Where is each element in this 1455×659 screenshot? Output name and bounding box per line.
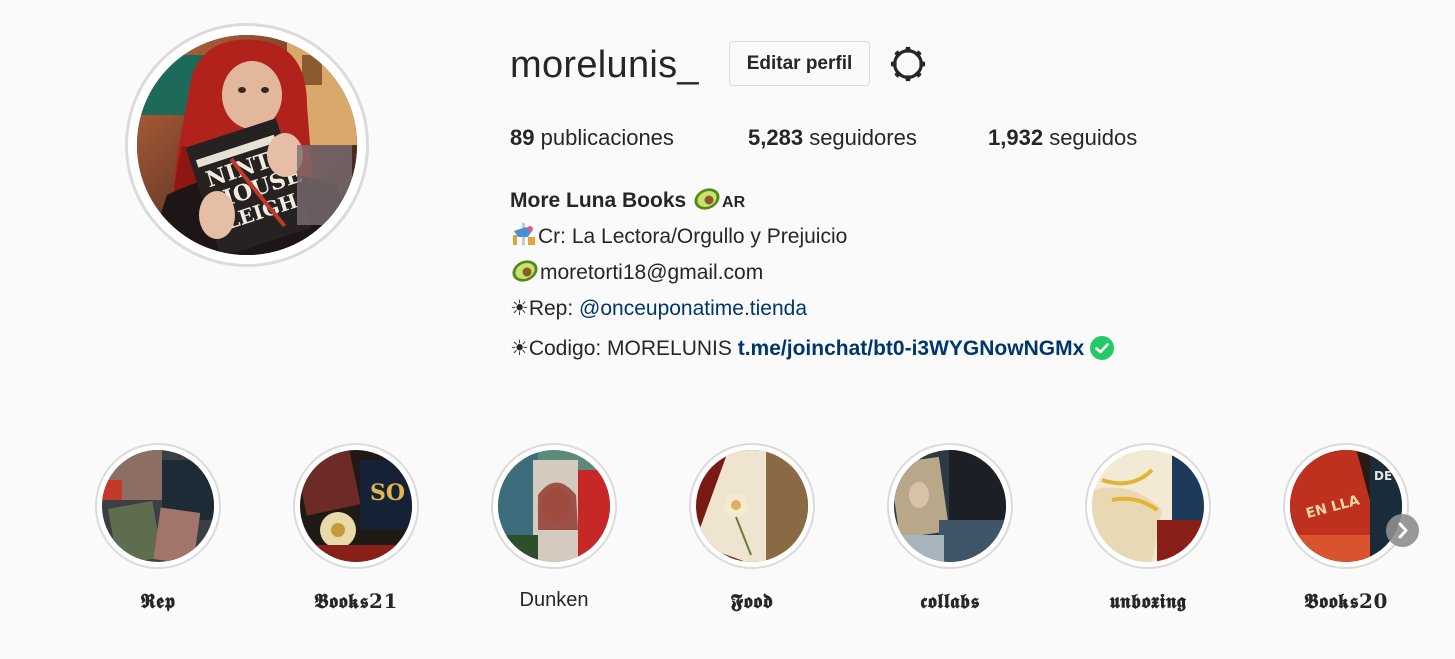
edit-profile-button[interactable]: Editar perfil xyxy=(729,41,870,86)
highlight-label: 𝕽𝖊𝖕 xyxy=(140,589,176,613)
username: morelunis_ xyxy=(510,44,699,86)
highlight-ring: SO xyxy=(293,443,419,569)
bio-line-email: moretorti18@gmail.com xyxy=(510,255,763,291)
bio-credit-text: Cr: La Lectora/Orgullo y Prejuicio xyxy=(538,225,848,248)
highlight-ring xyxy=(95,443,221,569)
avocado-icon xyxy=(512,260,538,282)
story-highlight[interactable]: 𝕽𝖊𝖕 xyxy=(83,443,233,623)
chevron-right-icon xyxy=(1398,522,1408,539)
carousel-horse-icon xyxy=(513,223,535,245)
green-check-icon xyxy=(1090,336,1115,360)
bio-email-text: moretorti18@gmail.com xyxy=(540,261,764,284)
svg-text:SO: SO xyxy=(370,480,405,506)
story-highlight[interactable]: 𝖈𝖔𝖑𝖑𝖆𝖇𝖘 xyxy=(875,443,1025,623)
highlight-ring xyxy=(689,443,815,569)
bio-code-prefix: ☀Codigo: MORELUNIS xyxy=(510,337,738,360)
avocado-icon xyxy=(694,188,720,210)
highlight-label: 𝕭𝖔𝖔𝖐𝖘21 xyxy=(314,589,398,613)
highlight-ring xyxy=(491,443,617,569)
svg-text:DE: DE xyxy=(1374,469,1392,483)
stat-following-count: 1,932 xyxy=(988,125,1044,150)
gear-icon[interactable] xyxy=(889,45,927,83)
avatar[interactable]: NINTH HOUSE LEIGH xyxy=(137,35,357,255)
story-highlight[interactable]: 𝕱𝖔𝖔𝖉 xyxy=(677,443,827,623)
highlight-cover xyxy=(1092,450,1204,562)
highlight-label: 𝕭𝖔𝖔𝖐𝖘20 xyxy=(1304,589,1388,613)
stat-followers[interactable]: 5,283 seguidores xyxy=(748,122,917,154)
highlight-cover xyxy=(102,450,214,562)
story-highlight[interactable]: 𝖚𝖓𝖇𝖔𝖝𝖎𝖓𝖌 xyxy=(1073,443,1223,623)
bio-rep-mention[interactable]: @onceuponatime.tienda xyxy=(579,297,807,320)
story-highlight[interactable]: Dunken xyxy=(479,443,629,623)
stat-following[interactable]: 1,932 seguidos xyxy=(988,122,1137,154)
highlight-cover xyxy=(498,450,610,562)
highlight-label: Dunken xyxy=(519,589,589,611)
stat-posts-label: publicaciones xyxy=(540,125,674,150)
story-highlight[interactable]: SO 𝕭𝖔𝖔𝖐𝖘21 xyxy=(281,443,431,623)
bio-rep-prefix: ☀Rep: xyxy=(510,297,580,320)
stat-following-label: seguidos xyxy=(1049,125,1138,150)
avatar-image: NINTH HOUSE LEIGH xyxy=(137,35,357,255)
bio-external-link[interactable]: t.me/joinchat/bt0-i3WYGNowNGMx xyxy=(738,337,1085,360)
highlight-cover: SO xyxy=(300,450,412,562)
profile-avatar-ring[interactable]: NINTH HOUSE LEIGH xyxy=(125,23,369,267)
bio-name-line: More Luna Books AR xyxy=(510,183,745,221)
stat-followers-count: 5,283 xyxy=(748,125,804,150)
highlights-next-button[interactable] xyxy=(1386,514,1419,547)
highlight-ring xyxy=(1085,443,1211,569)
highlight-label: 𝖈𝖔𝖑𝖑𝖆𝖇𝖘 xyxy=(920,589,980,613)
highlight-ring xyxy=(887,443,1013,569)
stat-followers-label: seguidores xyxy=(809,125,917,150)
highlight-label: 𝖚𝖓𝖇𝖔𝖝𝖎𝖓𝖌 xyxy=(1109,589,1187,613)
bio-line-rep: ☀Rep: @onceuponatime.tienda xyxy=(510,291,807,327)
bio-line-credit: Cr: La Lectora/Orgullo y Prejuicio xyxy=(510,219,847,255)
highlight-ring: EN LLA DE xyxy=(1283,443,1409,569)
full-name: More Luna Books xyxy=(510,189,687,212)
highlight-label: 𝕱𝖔𝖔𝖉 xyxy=(730,589,774,613)
country-code: AR xyxy=(722,194,746,211)
stat-posts[interactable]: 89 publicaciones xyxy=(510,122,674,154)
highlight-cover xyxy=(696,450,808,562)
stat-posts-count: 89 xyxy=(510,125,535,150)
profile-page: NINTH HOUSE LEIGH morelunis_ Editar perf… xyxy=(0,0,1455,659)
bio-line-code: ☀Codigo: MORELUNIS t.me/joinchat/bt0-i3W… xyxy=(510,331,1115,367)
highlight-cover xyxy=(894,450,1006,562)
